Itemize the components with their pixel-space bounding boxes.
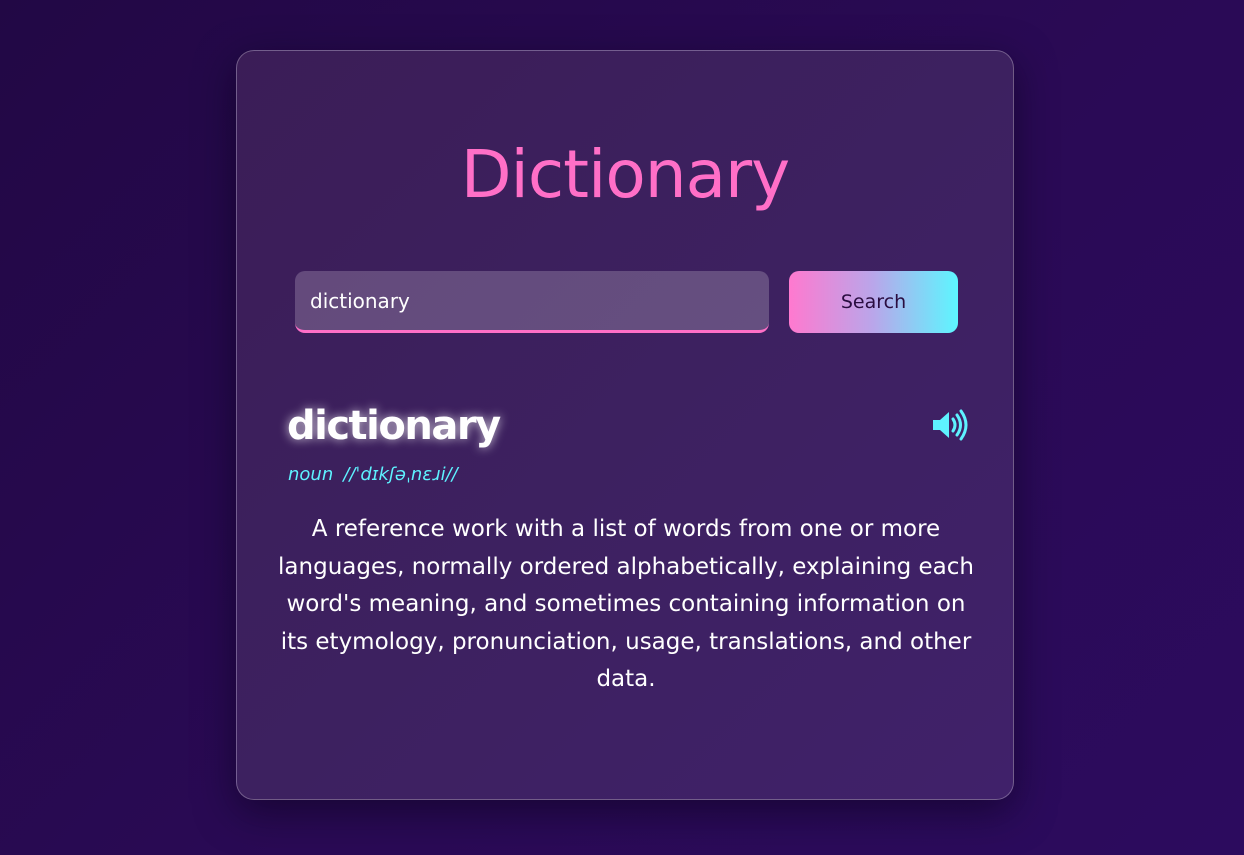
- speaker-icon[interactable]: [931, 408, 969, 442]
- search-button[interactable]: Search: [789, 271, 958, 333]
- definition: A reference work with a list of words fr…: [278, 516, 974, 692]
- page-title: Dictionary: [460, 136, 791, 213]
- word-meta: noun //ˈdɪkʃəˌnɛɹi//: [288, 463, 458, 487]
- phonetic: //ˈdɪkʃəˌnɛɹi//: [343, 464, 458, 485]
- result-word: dictionary: [287, 403, 501, 449]
- search-input[interactable]: [295, 271, 769, 333]
- dictionary-card: Dictionary Search dictionary noun //ˈdɪkʃ…: [236, 50, 1014, 800]
- part-of-speech: noun: [288, 464, 334, 485]
